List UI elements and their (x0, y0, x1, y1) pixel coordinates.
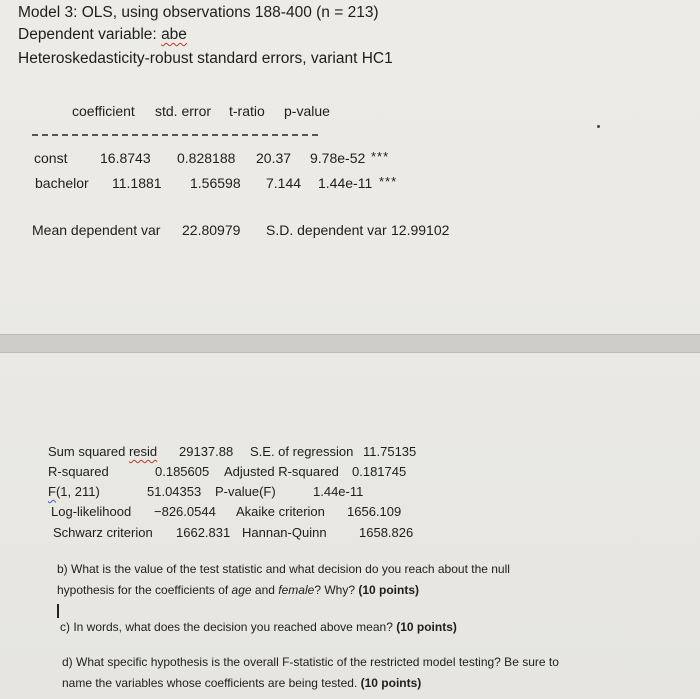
text-cursor[interactable] (57, 604, 59, 618)
dependent-variable-line: Dependent variable: abe (18, 26, 187, 44)
header-p-value: p-value (284, 103, 330, 119)
question-c-points: (10 points) (396, 620, 457, 634)
ssr-label: Sum squared resid (48, 444, 158, 459)
question-b-line1: b) What is the value of the test statist… (57, 562, 510, 576)
row-t-ratio: 20.37 (256, 150, 292, 166)
row-name: bachelor (35, 175, 89, 191)
row-std-error: 0.828188 (177, 150, 236, 166)
row-t-ratio: 7.144 (266, 175, 302, 191)
akaike-criterion-value: 1656.109 (347, 504, 402, 519)
p-value-f-label: P-value(F) (215, 484, 276, 499)
adjusted-r-squared-value: 0.181745 (352, 464, 407, 479)
row-std-error: 1.56598 (190, 175, 241, 191)
hannan-quinn-label: Hannan-Quinn (242, 525, 327, 540)
mean-dependent-var-value: 22.80979 (182, 222, 241, 238)
page-break-band (0, 334, 700, 353)
ser-value: 11.75135 (363, 444, 417, 459)
header-coefficient: coefficient (72, 103, 135, 119)
row-significance-stars: *** (371, 149, 390, 164)
log-likelihood-value: −826.0544 (154, 504, 216, 519)
question-b-points: (10 points) (358, 583, 419, 597)
question-d-line2: name the variables whose coefficients ar… (62, 676, 422, 690)
variable-female: female (278, 583, 315, 597)
schwarz-criterion-value: 1662.831 (176, 525, 231, 540)
row-coefficient: 16.8743 (100, 150, 151, 166)
hannan-quinn-value: 1658.826 (359, 525, 414, 540)
question-d-line1: d) What specific hypothesis is the overa… (62, 655, 559, 669)
dependent-variable-name: abe (161, 26, 187, 43)
row-significance-stars: *** (379, 174, 398, 189)
row-p-value: 9.78e-52 (310, 150, 366, 166)
question-c: c) In words, what does the decision you … (60, 620, 457, 634)
speck (597, 125, 600, 128)
r-squared-value: 0.185605 (155, 464, 210, 479)
ser-label: S.E. of regression (250, 444, 354, 459)
f-stat-value: 51.04353 (147, 484, 202, 499)
akaike-criterion-label: Akaike criterion (236, 504, 325, 519)
row-name: const (34, 150, 68, 166)
row-coefficient: 11.1881 (112, 175, 162, 191)
dependent-variable-label: Dependent variable: (18, 26, 157, 43)
variable-age: age (231, 583, 252, 597)
schwarz-criterion-label: Schwarz criterion (53, 525, 153, 540)
r-squared-label: R-squared (48, 464, 109, 479)
header-std-error: std. error (155, 103, 212, 119)
f-stat-label: F(1, 211) (48, 484, 100, 499)
mean-dependent-var-label: Mean dependent var (32, 222, 161, 238)
p-value-f-value: 1.44e-11 (313, 484, 364, 499)
log-likelihood-label: Log-likelihood (51, 504, 132, 519)
table-divider (32, 134, 318, 136)
model-title: Model 3: OLS, using observations 188-400… (18, 4, 379, 21)
ssr-value: 29137.88 (179, 444, 234, 459)
standard-errors-note: Heteroskedasticity-robust standard error… (18, 50, 393, 67)
sd-dependent-var-label: S.D. dependent var (266, 222, 387, 238)
question-b-line2: hypothesis for the coefficients of age a… (57, 583, 419, 597)
sd-dependent-var-value: 12.99102 (391, 222, 450, 238)
question-d-points: (10 points) (360, 676, 422, 690)
row-p-value: 1.44e-11 (318, 175, 373, 191)
adjusted-r-squared-label: Adjusted R-squared (224, 464, 339, 479)
header-t-ratio: t-ratio (229, 103, 265, 119)
